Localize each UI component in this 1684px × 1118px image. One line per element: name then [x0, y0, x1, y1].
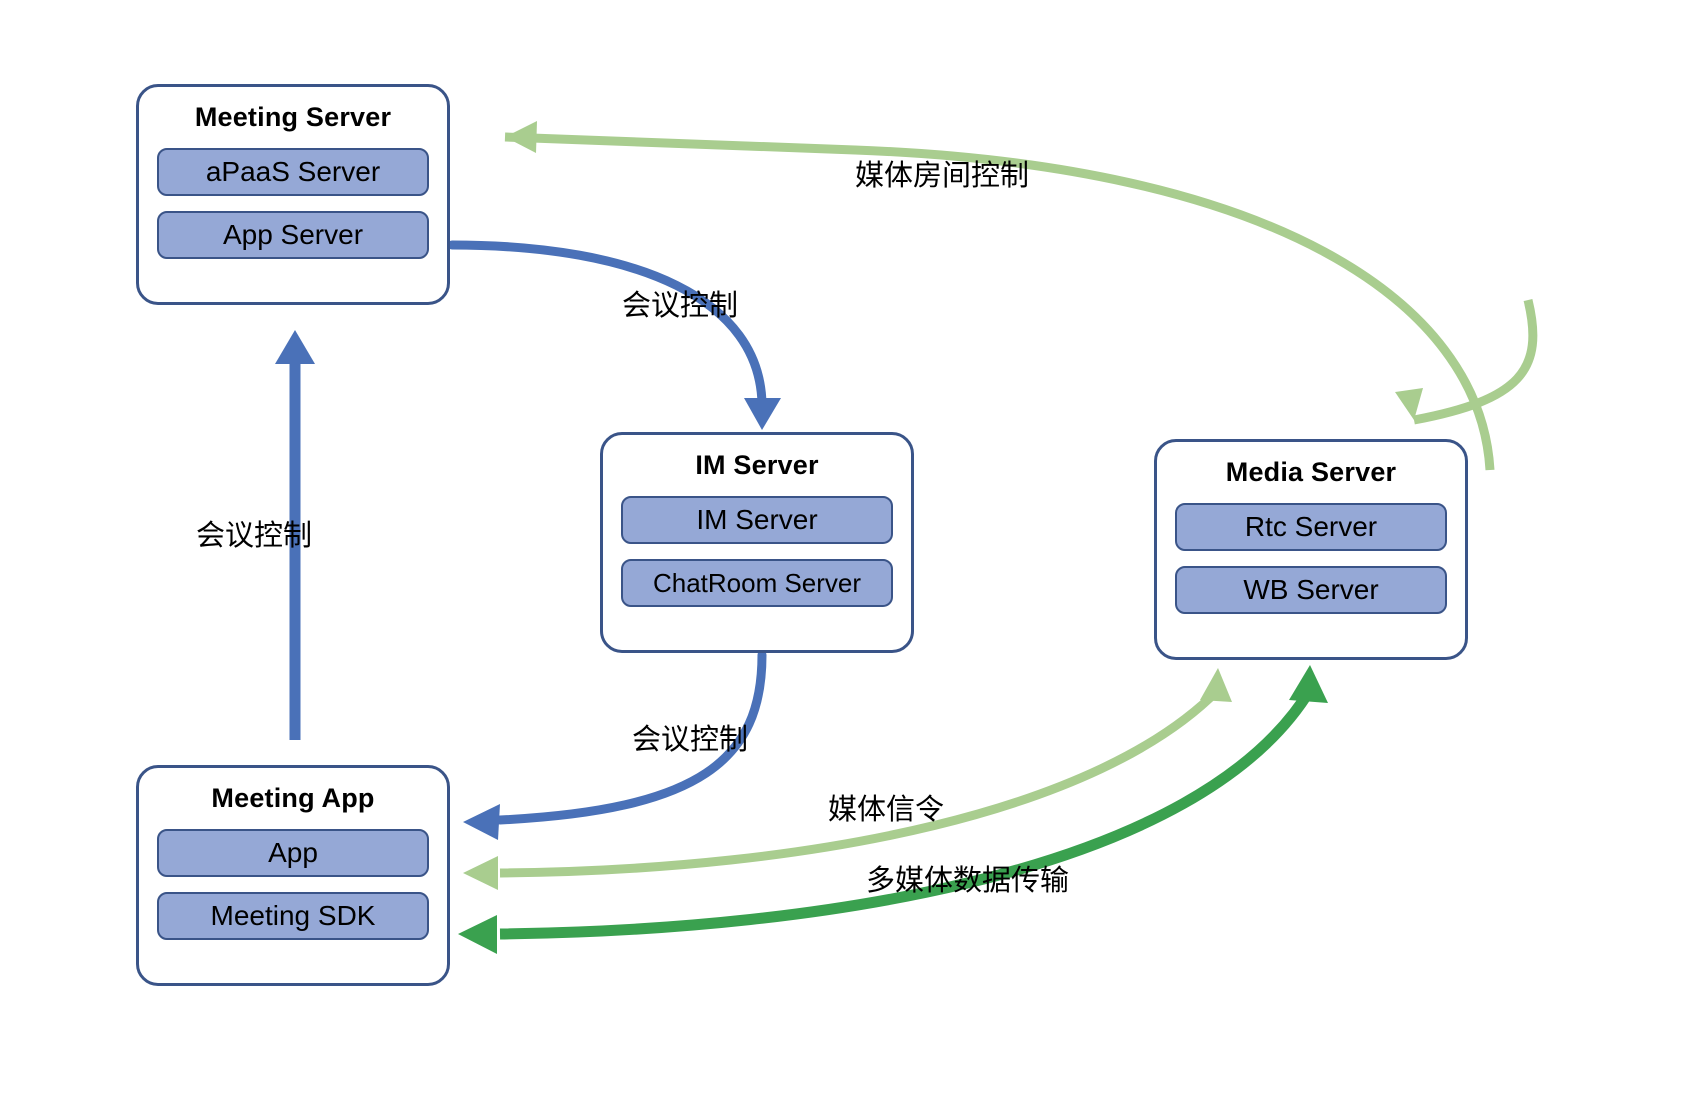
sub-box-im-server[interactable]: IM Server [621, 496, 893, 544]
node-meeting-server[interactable]: Meeting Server aPaaS Server App Server [136, 84, 450, 305]
edge-label-meeting-control-vertical: 会议控制 [196, 520, 313, 552]
edge-label-multimedia-data-transmission: 多媒体数据传输 [866, 865, 1070, 897]
edge-label-meeting-control-to-im: 会议控制 [622, 290, 739, 322]
sub-box-wb-server[interactable]: WB Server [1175, 566, 1447, 614]
node-meeting-server-title: Meeting Server [194, 102, 392, 132]
node-meeting-app-title: Meeting App [211, 783, 375, 813]
sub-box-rtc-server[interactable]: Rtc Server [1175, 503, 1447, 551]
sub-box-chatroom-server[interactable]: ChatRoom Server [621, 559, 893, 607]
sub-box-app[interactable]: App [157, 829, 429, 877]
node-media-server-title: Media Server [1225, 457, 1397, 487]
node-im-server-title: IM Server [695, 450, 819, 480]
sub-box-apaas-server[interactable]: aPaaS Server [157, 148, 429, 196]
sub-box-meeting-sdk[interactable]: Meeting SDK [157, 892, 429, 940]
edge-media-signaling [463, 668, 1232, 890]
diagram-canvas: Meeting Server aPaaS Server App Server I… [0, 0, 1684, 1118]
node-media-server[interactable]: Media Server Rtc Server WB Server [1154, 439, 1468, 660]
edge-label-media-room-control: 媒体房间控制 [855, 160, 1030, 192]
edge-label-media-signaling: 媒体信令 [828, 794, 945, 826]
edge-meeting-control-to-im [447, 240, 781, 430]
node-meeting-app[interactable]: Meeting App App Meeting SDK [136, 765, 450, 986]
sub-box-app-server[interactable]: App Server [157, 211, 429, 259]
node-im-server[interactable]: IM Server IM Server ChatRoom Server [600, 432, 914, 653]
edge-label-meeting-control-to-app: 会议控制 [632, 724, 749, 756]
